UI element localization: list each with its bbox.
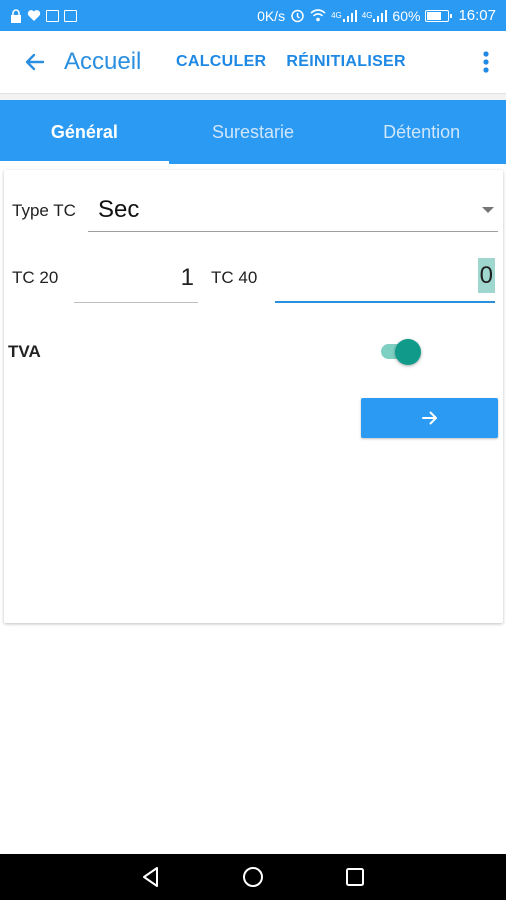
battery-percent: 60% <box>392 7 421 24</box>
tc40-label: TC 40 <box>211 268 258 287</box>
status-bar: 0K/s 4G 4G 60% 16:07 <box>0 0 506 31</box>
signal-label-1: 4G <box>331 11 342 20</box>
type-tc-select[interactable]: Sec <box>88 188 498 232</box>
photo-icon <box>46 9 59 22</box>
heart-icon <box>27 9 41 22</box>
nav-recents-button[interactable] <box>343 865 367 889</box>
battery-icon <box>425 9 453 22</box>
tab-detention[interactable]: Détention <box>337 100 506 164</box>
home-circle-icon <box>243 867 263 887</box>
nav-home-button[interactable] <box>241 865 265 889</box>
type-tc-value: Sec <box>98 195 140 223</box>
tc20-input[interactable]: 1 <box>74 258 198 303</box>
back-triangle-icon <box>143 867 158 887</box>
mail-icon <box>64 9 77 22</box>
tva-toggle[interactable] <box>381 339 421 365</box>
tc40-input[interactable]: 0 <box>275 256 495 303</box>
toggle-thumb <box>395 339 421 365</box>
tab-bar: Général Surestarie Détention <box>0 100 506 164</box>
tc20-label: TC 20 <box>12 268 59 287</box>
arrow-right-icon <box>421 411 437 425</box>
page-title: Accueil <box>64 48 142 75</box>
tc40-value: 0 <box>477 258 495 293</box>
alarm-icon <box>290 8 305 23</box>
more-vert-icon <box>483 51 489 73</box>
wifi-icon <box>310 9 326 22</box>
tva-label: TVA <box>8 342 41 361</box>
nav-back-button[interactable] <box>139 865 163 889</box>
reset-button[interactable]: RÉINITIALISER <box>286 53 405 71</box>
calculate-button[interactable]: CALCULER <box>176 53 266 71</box>
more-options-button[interactable] <box>466 31 506 94</box>
dropdown-arrow-icon <box>482 206 494 213</box>
lock-icon <box>10 8 22 23</box>
form-card: Type TC Sec TC 20 1 TC 40 0 TVA <box>4 170 503 623</box>
next-button[interactable] <box>361 398 498 438</box>
status-bar-left <box>10 8 77 23</box>
system-nav-bar <box>0 854 506 900</box>
recents-square-icon <box>346 868 364 886</box>
signal-icon: 4G <box>331 9 357 22</box>
signal-icon-2: 4G <box>361 9 388 22</box>
tc20-value: 1 <box>180 264 194 291</box>
tab-surestarie[interactable]: Surestarie <box>169 100 338 164</box>
type-tc-label: Type TC <box>12 201 76 220</box>
app-bar: Accueil CALCULER RÉINITIALISER <box>0 31 506 94</box>
network-speed: 0K/s <box>257 7 286 24</box>
status-bar-right: 0K/s 4G 4G 60% 16:07 <box>257 7 496 24</box>
signal-label-2: 4G <box>361 11 373 20</box>
tab-general[interactable]: Général <box>0 100 169 164</box>
clock: 16:07 <box>458 7 496 24</box>
